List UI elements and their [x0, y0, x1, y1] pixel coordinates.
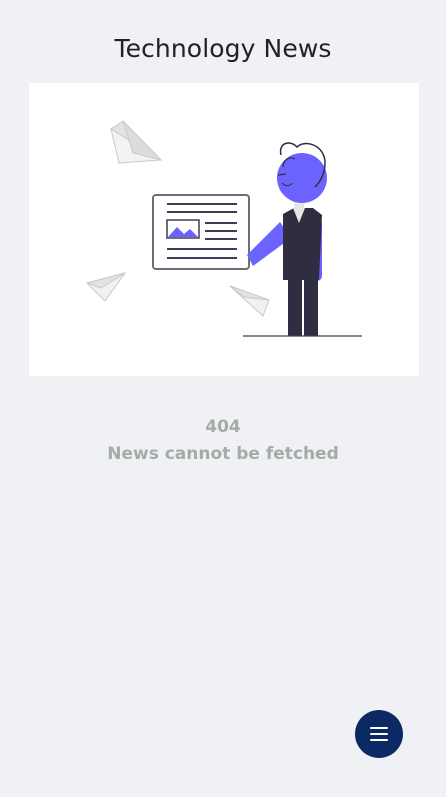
error-message-block: 404 News cannot be fetched [0, 414, 446, 468]
error-message: News cannot be fetched [107, 444, 339, 464]
paper-plane-icon [110, 120, 163, 164]
page-title: Technology News [114, 34, 332, 63]
news-board [152, 194, 250, 270]
menu-icon [370, 727, 388, 741]
news-illustration [29, 83, 419, 376]
menu-button[interactable] [355, 710, 403, 758]
paper-plane-icon [85, 272, 127, 302]
paper-plane-icon [229, 285, 270, 317]
error-code: 404 [205, 417, 241, 437]
